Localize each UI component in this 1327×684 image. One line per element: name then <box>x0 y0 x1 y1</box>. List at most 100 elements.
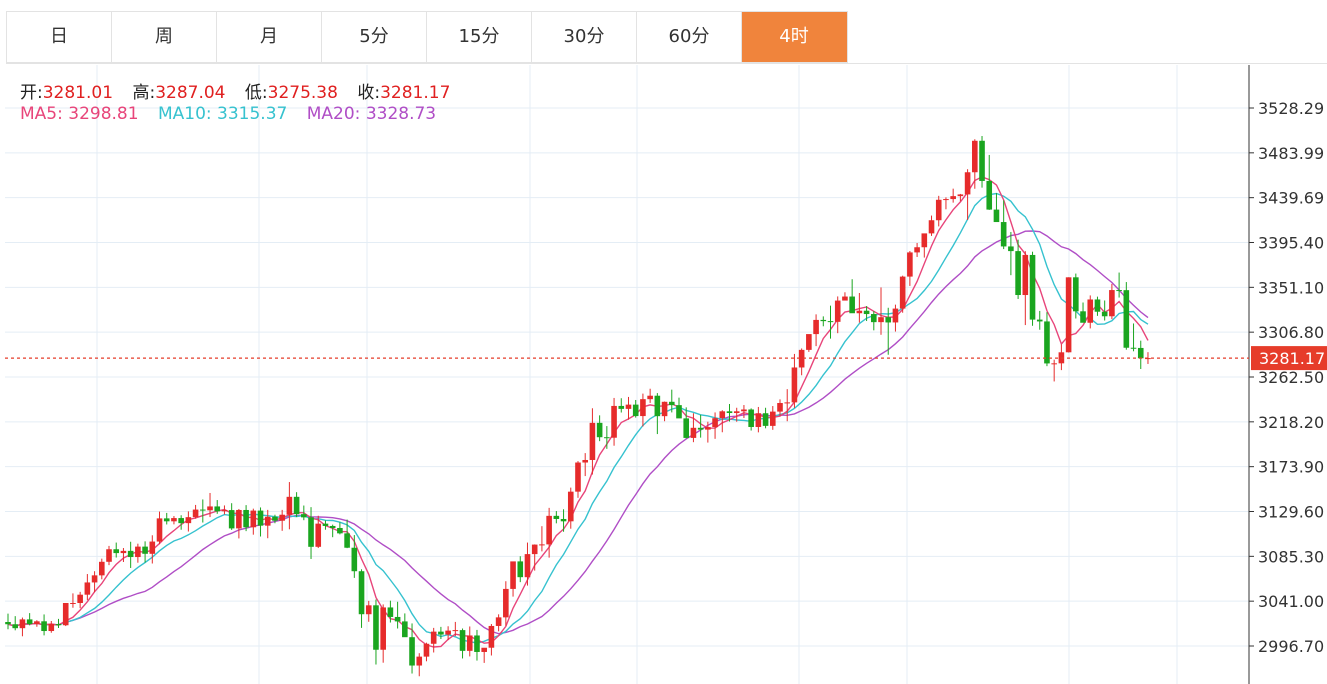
candle-body <box>575 462 581 492</box>
candle-body <box>1029 254 1036 320</box>
ma10-value: 3315.37 <box>217 104 288 124</box>
candle <box>907 250 913 286</box>
candle-body <box>842 296 848 301</box>
candle <box>98 558 105 580</box>
candle-body <box>394 616 401 622</box>
candle-body <box>863 310 870 315</box>
candle-body <box>70 602 76 604</box>
candle-body <box>596 422 603 438</box>
candle-body <box>690 427 697 438</box>
candle-body <box>1015 251 1021 296</box>
candle <box>575 461 581 498</box>
candle <box>986 154 993 210</box>
candle <box>553 511 560 524</box>
candle <box>820 316 827 327</box>
candle <box>416 653 423 677</box>
candle <box>834 296 841 334</box>
candle <box>892 304 899 332</box>
close-value: 3281.17 <box>380 83 451 103</box>
candle <box>849 279 855 314</box>
candle <box>337 522 343 535</box>
candle-body <box>611 405 617 438</box>
candle-body <box>286 496 293 515</box>
candle-body <box>827 321 834 323</box>
candle <box>503 581 509 626</box>
candle-body <box>62 602 69 626</box>
candle <box>784 389 791 422</box>
ohlc-legend: 开:3281.01 高:3287.04 低:3275.38 收:3281.17 <box>20 78 464 103</box>
candle-body <box>192 509 199 518</box>
candle <box>5 613 11 630</box>
y-axis-tick-label: 3306.80 <box>1258 323 1324 342</box>
candle-body <box>301 514 307 518</box>
candle-body <box>878 317 884 323</box>
candle <box>279 509 285 531</box>
candle-body <box>517 561 524 578</box>
candle <box>113 542 120 558</box>
candle <box>135 543 141 563</box>
ma20-line <box>7 230 1149 635</box>
candle-body <box>755 413 762 427</box>
candle-body <box>632 404 639 417</box>
candle <box>394 601 401 629</box>
low-value: 3275.38 <box>267 83 338 103</box>
candle-body <box>769 411 776 426</box>
ma10-label: MA10: <box>157 104 212 124</box>
candle-body <box>567 491 574 522</box>
candle-body <box>647 395 653 400</box>
candle <box>459 628 466 659</box>
candle-body <box>5 622 11 625</box>
candle-body <box>748 409 754 427</box>
candle-body <box>560 518 567 522</box>
candle <box>308 507 314 559</box>
candle <box>827 305 834 339</box>
candle-body <box>445 630 451 635</box>
y-axis-tick-label: 3085.30 <box>1258 547 1324 566</box>
candle-body <box>156 518 163 542</box>
candle-body <box>329 525 336 528</box>
candle <box>712 412 718 439</box>
candle-body <box>1130 347 1137 349</box>
candle <box>373 599 379 665</box>
candle <box>979 136 985 188</box>
candle-body <box>719 411 726 419</box>
candle <box>842 292 848 301</box>
candle-body <box>322 523 329 526</box>
candle <box>589 408 596 475</box>
candle-body <box>113 549 120 554</box>
candle <box>163 512 170 525</box>
candle <box>697 414 704 438</box>
candle-body <box>784 402 791 404</box>
candle <box>70 593 76 608</box>
candle <box>560 509 567 532</box>
candle <box>625 396 632 420</box>
candle-body <box>55 624 62 626</box>
candle-body <box>871 314 877 323</box>
candle-body <box>34 621 40 625</box>
low-label: 低: <box>244 83 268 103</box>
high-label: 高: <box>132 83 156 103</box>
candle-body <box>257 510 264 526</box>
candle <box>1073 273 1079 319</box>
ma10-line <box>7 192 1149 644</box>
candle <box>539 526 545 552</box>
candle-body <box>308 517 314 547</box>
candle-body <box>928 220 935 234</box>
candle-body <box>1087 299 1094 323</box>
candle-body <box>127 550 134 558</box>
candle-body <box>1101 311 1108 317</box>
candle <box>62 602 69 627</box>
candle-body <box>943 199 949 201</box>
candle-body <box>964 172 971 195</box>
open-label: 开: <box>20 83 43 103</box>
candle <box>524 542 531 586</box>
candle-body <box>466 635 473 651</box>
candle-body <box>344 533 350 548</box>
candle-body <box>185 517 192 524</box>
candle <box>921 233 928 258</box>
candle-body <box>676 405 682 419</box>
candle-body <box>358 571 365 615</box>
candle <box>48 621 55 633</box>
candle <box>77 591 83 609</box>
candle <box>1094 296 1101 316</box>
